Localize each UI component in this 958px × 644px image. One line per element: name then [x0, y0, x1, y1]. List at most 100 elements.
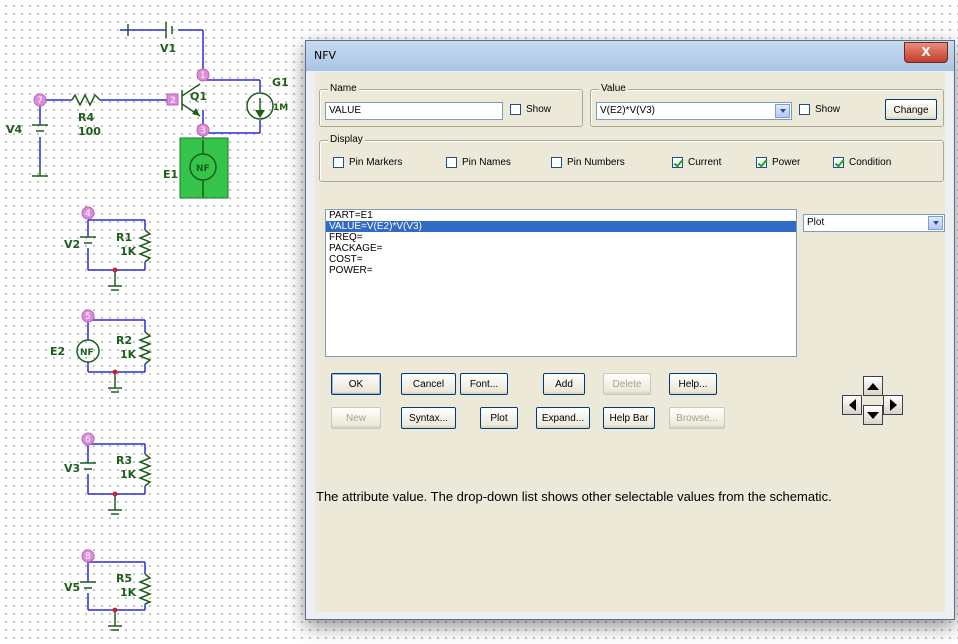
font-button[interactable]: Font...	[460, 373, 508, 395]
nfv-dialog: NFV X Name VALUE Show Value V(E2)*V(V3)	[305, 40, 955, 620]
plot-dropdown-arrow-icon[interactable]	[928, 216, 943, 230]
label-g1-value: 1M	[273, 103, 288, 113]
attribute-item-value[interactable]: VALUE=V(E2)*V(V3)	[326, 221, 796, 232]
move-down-button[interactable]	[863, 405, 883, 425]
label-r4-value: 100	[78, 125, 101, 138]
power-label: Power	[772, 157, 801, 168]
add-button[interactable]: Add	[543, 373, 585, 395]
arrow-up-icon	[867, 382, 879, 390]
plot-dropdown-text: Plot	[807, 217, 825, 228]
help-button[interactable]: Help...	[669, 373, 717, 395]
label-q1: Q1	[190, 90, 207, 103]
schematic-canvas[interactable]: NF NF 1 2 3 4 5 6 7 8 V1 Q1 G1 1M R4 100…	[0, 0, 310, 644]
pin-names-box[interactable]	[446, 157, 457, 168]
display-group: Display Pin Markers Pin Names Pin Number…	[319, 134, 944, 182]
label-v4: V4	[6, 123, 23, 136]
condition-checkbox[interactable]: Condition	[833, 157, 891, 168]
arrow-down-icon	[867, 411, 879, 419]
name-group-label: Name	[328, 83, 359, 94]
attribute-list[interactable]: PART=E1 VALUE=V(E2)*V(V3) FREQ= PACKAGE=…	[325, 209, 797, 357]
label-v1: V1	[160, 42, 176, 55]
current-label: Current	[688, 157, 722, 168]
e1-symbol-label: NF	[196, 164, 210, 174]
node-4: 4	[85, 209, 91, 219]
value-dropdown-arrow-icon[interactable]	[775, 104, 790, 118]
pin-markers-checkbox[interactable]: Pin Markers	[333, 157, 402, 168]
pin-names-label: Pin Names	[462, 157, 511, 168]
dialog-title: NFV	[314, 49, 337, 62]
condition-label: Condition	[849, 157, 892, 168]
move-right-button[interactable]	[883, 395, 903, 415]
dialog-titlebar[interactable]: NFV X	[306, 41, 954, 71]
pin-numbers-label: Pin Numbers	[567, 157, 625, 168]
attribute-item-freq[interactable]: FREQ=	[326, 232, 796, 243]
value-group-label: Value	[599, 83, 628, 94]
label-v5: V5	[64, 581, 80, 594]
pin-numbers-box[interactable]	[551, 157, 562, 168]
delete-button[interactable]: Delete	[603, 373, 651, 395]
close-button[interactable]: X	[904, 42, 948, 63]
e2-symbol-label: NF	[80, 348, 94, 358]
power-box[interactable]	[756, 157, 767, 168]
value-show-checkbox[interactable]: Show	[799, 104, 840, 115]
value-dropdown[interactable]: V(E2)*V(V3)	[596, 102, 792, 120]
current-box[interactable]	[672, 157, 683, 168]
label-r5: R5	[116, 572, 132, 585]
dialog-client-area: Name VALUE Show Value V(E2)*V(V3) Show C…	[315, 72, 945, 612]
attribute-item-power[interactable]: POWER=	[326, 265, 796, 276]
name-group: Name VALUE Show	[319, 83, 583, 127]
attribute-item-part[interactable]: PART=E1	[326, 210, 796, 221]
attribute-item-cost[interactable]: COST=	[326, 254, 796, 265]
node-8: 8	[85, 552, 91, 562]
expand-button[interactable]: Expand...	[536, 407, 590, 429]
pin-numbers-checkbox[interactable]: Pin Numbers	[551, 157, 625, 168]
name-field[interactable]: VALUE	[325, 102, 503, 120]
display-group-label: Display	[328, 134, 365, 145]
move-left-button[interactable]	[842, 395, 862, 415]
close-icon: X	[921, 45, 931, 59]
name-show-checkbox[interactable]: Show	[510, 104, 551, 115]
attribute-item-package[interactable]: PACKAGE=	[326, 243, 796, 254]
label-r2-value: 1K	[120, 348, 137, 361]
arrow-right-icon	[889, 399, 897, 411]
label-r5-value: 1K	[120, 586, 137, 599]
new-button[interactable]: New	[331, 407, 381, 429]
label-g1: G1	[272, 76, 289, 89]
name-show-box[interactable]	[510, 104, 521, 115]
label-e1: E1	[163, 168, 178, 181]
plot-button[interactable]: Plot	[480, 407, 518, 429]
node-1: 1	[200, 71, 206, 81]
value-group: Value V(E2)*V(V3) Show Change	[590, 83, 944, 127]
arrow-left-icon	[848, 399, 856, 411]
pin-names-checkbox[interactable]: Pin Names	[446, 157, 511, 168]
move-up-button[interactable]	[863, 376, 883, 396]
help-bar-text: The attribute value. The drop-down list …	[316, 489, 832, 504]
condition-box[interactable]	[833, 157, 844, 168]
change-button[interactable]: Change	[885, 99, 937, 120]
label-r1: R1	[116, 231, 132, 244]
syntax-button[interactable]: Syntax...	[401, 407, 456, 429]
plot-dropdown[interactable]: Plot	[803, 214, 945, 232]
name-show-label: Show	[526, 104, 552, 115]
node-7: 7	[37, 96, 43, 106]
ok-button[interactable]: OK	[331, 373, 381, 395]
current-checkbox[interactable]: Current	[672, 157, 721, 168]
label-v3: V3	[64, 462, 80, 475]
value-show-label: Show	[815, 104, 841, 115]
label-v2: V2	[64, 238, 80, 251]
pin-markers-box[interactable]	[333, 157, 344, 168]
pin-markers-label: Pin Markers	[349, 157, 403, 168]
cancel-button[interactable]: Cancel	[401, 373, 456, 395]
label-r3-value: 1K	[120, 468, 137, 481]
label-r3: R3	[116, 454, 132, 467]
node-3: 3	[200, 126, 206, 136]
label-r1-value: 1K	[120, 245, 137, 258]
value-show-box[interactable]	[799, 104, 810, 115]
power-checkbox[interactable]: Power	[756, 157, 800, 168]
browse-button[interactable]: Browse...	[669, 407, 725, 429]
node-2: 2	[170, 96, 176, 106]
value-dropdown-text: V(E2)*V(V3)	[600, 105, 656, 116]
help-bar-button[interactable]: Help Bar	[603, 407, 655, 429]
node-6: 6	[85, 435, 91, 445]
label-e2: E2	[50, 345, 65, 358]
